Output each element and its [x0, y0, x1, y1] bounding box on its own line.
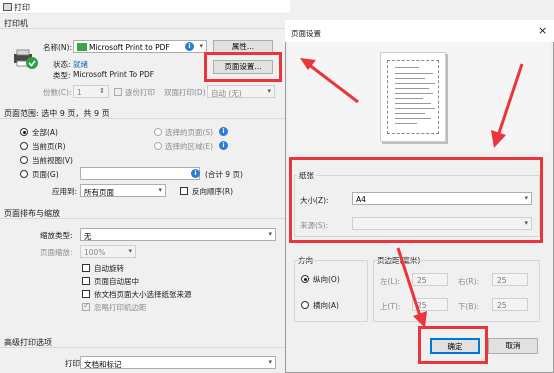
printer-name-label: 名称(N):	[43, 43, 72, 52]
auto-center-checkbox[interactable]	[82, 277, 90, 285]
ok-highlight-box	[418, 326, 488, 364]
page-setup-highlight-box	[204, 52, 282, 82]
zoom-select[interactable]: 100% ▾	[80, 245, 136, 258]
range-current-label: 当前页(R)	[32, 142, 66, 151]
margin-bottom-input[interactable]: 25	[492, 298, 528, 311]
advanced-section-title: 高级打印选项	[4, 338, 52, 347]
range-current-view-label: 当前视图(V)	[32, 156, 73, 165]
page-preview-paper	[380, 52, 446, 142]
chevron-down-icon: ▾	[158, 186, 162, 194]
status-label: 状态:	[53, 60, 71, 69]
collate-label: 逐份打印	[125, 88, 155, 97]
selected-pages-info-icon[interactable]: i	[219, 127, 228, 136]
range-pages-radio[interactable]	[20, 170, 28, 178]
status-value: 就绪	[73, 60, 88, 69]
range-pages-label: 页面(G)	[32, 170, 59, 179]
selected-pages-label: 选择的页面(S)	[165, 128, 214, 137]
range-current-radio[interactable]	[20, 142, 28, 150]
chevron-down-icon: ▾	[268, 230, 272, 238]
printer-icon	[12, 48, 38, 70]
pages-total: (合计 9 页)	[205, 170, 243, 179]
spinner-icon: ⇕	[99, 87, 105, 95]
pages-input[interactable]	[80, 167, 200, 180]
layout-section-header: 页面排布与缩放	[0, 206, 290, 219]
scale-type-select[interactable]: 无 ▾	[80, 228, 276, 241]
selected-area-label: 选择的区域(E)	[165, 142, 214, 151]
zoom-label: 页面缩放:	[40, 248, 73, 257]
chevron-down-icon: ▾	[199, 42, 203, 50]
chevron-down-icon: ▾	[128, 247, 132, 255]
print-what-select[interactable]: 文档和标记 ▾	[80, 356, 276, 369]
range-all-label: 全部(A)	[32, 128, 58, 137]
apply-to-label: 应用到:	[52, 187, 78, 196]
range-current-view-radio[interactable]	[20, 156, 28, 164]
portrait-label: 纵向(O)	[313, 275, 340, 284]
ignore-margins-label: 忽略打印机边距	[94, 303, 147, 312]
printer-app-icon	[3, 3, 12, 11]
type-value: Microsoft Print To PDF	[73, 70, 155, 79]
page-setup-title: 页面设置	[291, 29, 321, 38]
layout-section-title: 页面排布与缩放	[4, 209, 60, 218]
printer-name-select[interactable]: Microsoft Print to PDF i ▾	[73, 40, 207, 53]
range-all-radio[interactable]	[20, 128, 28, 136]
copies-input[interactable]: 1 ⇕	[73, 85, 109, 98]
duplex-select[interactable]: 自动 (无) ▾	[207, 85, 275, 98]
copies-label: 份数(C):	[43, 88, 72, 97]
reverse-order-label: 反向顺序(R)	[192, 187, 234, 196]
chevron-down-icon: ▾	[268, 358, 272, 366]
margin-bottom-label: 下(B):	[458, 302, 480, 311]
margin-right-input[interactable]: 25	[492, 273, 528, 286]
paper-source-checkbox[interactable]	[82, 290, 90, 298]
auto-rotate-label: 自动旋转	[94, 264, 124, 273]
duplex-label: 双面打印(D)	[164, 88, 206, 97]
pdf-printer-icon	[77, 43, 87, 51]
scale-type-label: 缩放类型:	[40, 231, 73, 240]
landscape-label: 横向(A)	[313, 301, 339, 310]
arrow-to-ok-button	[392, 244, 432, 330]
range-section-header: 页面范围: 选中 9 页，共 9 页	[0, 106, 290, 119]
reverse-order-checkbox[interactable]	[180, 187, 188, 195]
selected-area-radio[interactable]	[154, 142, 162, 150]
type-label: 类型:	[53, 71, 71, 80]
portrait-radio[interactable]	[301, 275, 309, 283]
print-what-label: 打印	[65, 359, 80, 368]
page-setup-titlebar: 页面设置 ×	[285, 20, 554, 42]
margin-right-label: 右(R):	[458, 277, 480, 286]
orientation-group	[294, 260, 368, 322]
cancel-button[interactable]: 取消	[488, 338, 538, 354]
selected-area-info-icon[interactable]: i	[219, 141, 228, 150]
chevron-down-icon: ▾	[267, 87, 271, 95]
printer-info-icon[interactable]: i	[185, 42, 194, 51]
pages-info-icon[interactable]: i	[191, 169, 200, 178]
landscape-radio[interactable]	[301, 301, 309, 309]
printer-section-title: 打印机	[4, 19, 28, 28]
selected-pages-radio[interactable]	[154, 128, 162, 136]
printer-section-header: 打印机	[0, 16, 290, 29]
auto-center-label: 页面自动居中	[94, 277, 139, 286]
print-window-titlebar: 打印	[0, 0, 290, 14]
paper-source-label: 依文档页面大小选择纸张来源	[94, 290, 192, 299]
collate-checkbox[interactable]	[114, 88, 122, 96]
advanced-section-header: 高级打印选项	[0, 335, 290, 348]
close-icon[interactable]: ×	[538, 24, 547, 37]
apply-to-select[interactable]: 所有页面 ▾	[80, 184, 166, 197]
paper-highlight-box	[289, 157, 543, 243]
auto-rotate-checkbox[interactable]	[82, 264, 90, 272]
arrow-to-page-setup	[300, 50, 370, 110]
window-title: 打印	[14, 3, 30, 12]
arrow-to-paper-group	[488, 60, 528, 150]
checkmark-icon: ✓	[83, 301, 90, 310]
range-section-title: 页面范围: 选中 9 页，共 9 页	[4, 109, 110, 118]
